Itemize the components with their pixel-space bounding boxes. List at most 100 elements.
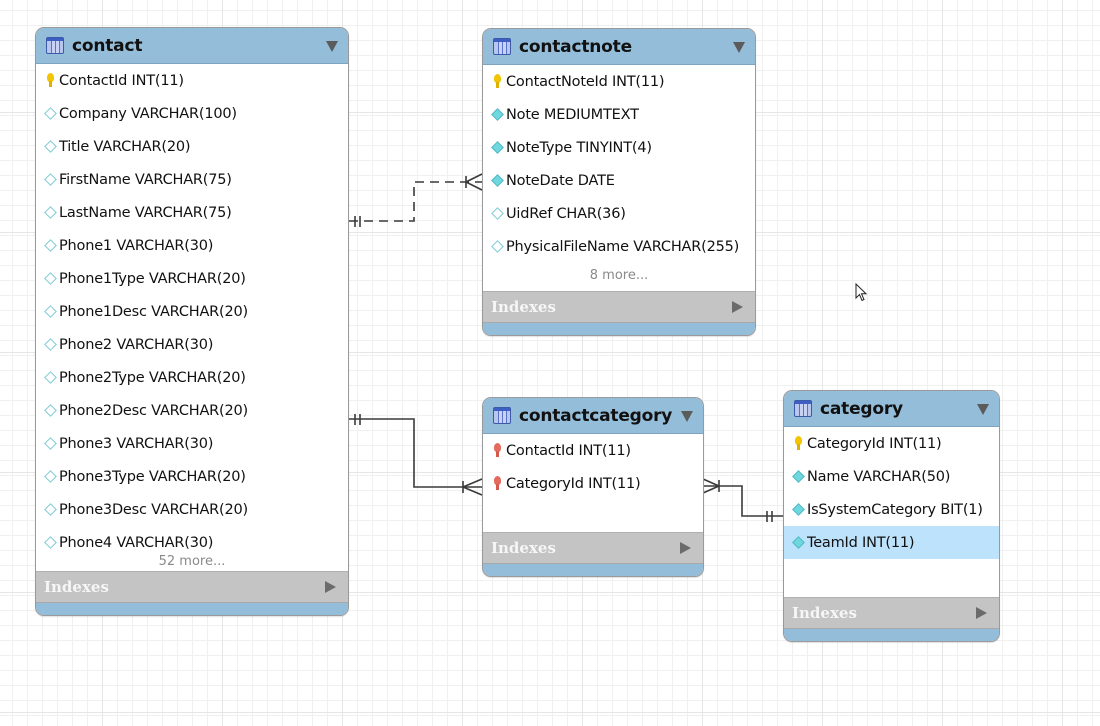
expand-arrow-icon[interactable] — [680, 542, 691, 554]
column-label: CategoryId INT(11) — [506, 475, 641, 492]
column-row[interactable]: Phone3Desc VARCHAR(20) — [36, 493, 348, 526]
nullable-column-icon — [44, 469, 56, 485]
column-row[interactable]: Phone1Type VARCHAR(20) — [36, 262, 348, 295]
indexes-section[interactable]: Indexes — [483, 532, 703, 564]
column-row[interactable]: FirstName VARCHAR(75) — [36, 163, 348, 196]
column-label: Phone3Type VARCHAR(20) — [59, 468, 246, 485]
not-null-column-icon — [792, 535, 804, 551]
table-contactnote[interactable]: contactnote ContactNoteId INT(11) Note M… — [482, 28, 756, 336]
nullable-column-icon — [44, 502, 56, 518]
column-row[interactable]: Phone3Type VARCHAR(20) — [36, 460, 348, 493]
indexes-section[interactable]: Indexes — [483, 291, 755, 323]
column-label: Company VARCHAR(100) — [59, 105, 237, 122]
table-footer — [483, 564, 703, 576]
indexes-section[interactable]: Indexes — [36, 571, 348, 603]
expand-arrow-icon[interactable] — [976, 607, 987, 619]
table-name: contactcategory — [519, 405, 673, 426]
table-header[interactable]: category — [784, 391, 999, 427]
indexes-label: Indexes — [491, 298, 556, 316]
column-row-selected[interactable]: TeamId INT(11) — [784, 526, 999, 559]
table-footer — [784, 629, 999, 641]
column-row[interactable]: Phone2 VARCHAR(30) — [36, 328, 348, 361]
column-row[interactable]: PhysicalFileName VARCHAR(255) — [483, 230, 755, 263]
more-columns-link[interactable]: 52 more... — [36, 554, 348, 569]
nullable-column-icon — [44, 370, 56, 386]
column-label: IsSystemCategory BIT(1) — [807, 501, 983, 518]
column-row[interactable]: NoteType TINYINT(4) — [483, 131, 755, 164]
nullable-column-icon — [44, 172, 56, 188]
not-null-column-icon — [792, 502, 804, 518]
primary-key-icon — [792, 435, 804, 452]
table-header[interactable]: contactcategory — [483, 398, 703, 434]
column-row[interactable]: ContactNoteId INT(11) — [483, 65, 755, 98]
column-label: Name VARCHAR(50) — [807, 468, 951, 485]
column-label: PhysicalFileName VARCHAR(255) — [506, 238, 740, 255]
column-row[interactable]: Note MEDIUMTEXT — [483, 98, 755, 131]
column-label: UidRef CHAR(36) — [506, 205, 626, 222]
column-row[interactable]: Phone2Type VARCHAR(20) — [36, 361, 348, 394]
indexes-label: Indexes — [792, 604, 857, 622]
column-row[interactable]: Phone3 VARCHAR(30) — [36, 427, 348, 460]
column-row[interactable]: Name VARCHAR(50) — [784, 460, 999, 493]
column-row[interactable]: CategoryId INT(11) — [784, 427, 999, 460]
not-null-column-icon — [792, 469, 804, 485]
table-icon — [493, 38, 511, 55]
nullable-column-icon — [491, 239, 503, 255]
column-label: Phone2Desc VARCHAR(20) — [59, 402, 249, 419]
column-label: LastName VARCHAR(75) — [59, 204, 232, 221]
more-columns-link[interactable]: 8 more... — [483, 268, 755, 283]
collapse-arrow-icon[interactable] — [681, 411, 693, 422]
table-contactcategory[interactable]: contactcategory ContactId INT(11) Catego… — [482, 397, 704, 577]
foreign-key-icon — [491, 475, 503, 492]
collapse-arrow-icon[interactable] — [326, 41, 338, 52]
nullable-column-icon — [44, 139, 56, 155]
column-row[interactable]: Phone2Desc VARCHAR(20) — [36, 394, 348, 427]
column-row[interactable]: Company VARCHAR(100) — [36, 97, 348, 130]
collapse-arrow-icon[interactable] — [733, 42, 745, 53]
column-row[interactable]: NoteDate DATE — [483, 164, 755, 197]
column-label: Phone1Desc VARCHAR(20) — [59, 303, 249, 320]
column-label: NoteDate DATE — [506, 172, 615, 189]
nullable-column-icon — [44, 205, 56, 221]
expand-arrow-icon[interactable] — [732, 301, 743, 313]
nullable-column-icon — [44, 403, 56, 419]
column-row[interactable]: ContactId INT(11) — [483, 434, 703, 467]
relationship-contact-contactnote[interactable] — [349, 173, 483, 227]
relationship-contact-contactcategory[interactable] — [349, 414, 483, 496]
table-contact[interactable]: contact ContactId INT(11) Company VARCHA… — [35, 27, 349, 616]
table-category[interactable]: category CategoryId INT(11) Name VARCHAR… — [783, 390, 1000, 642]
primary-key-icon — [44, 72, 56, 89]
column-label: Phone2Type VARCHAR(20) — [59, 369, 246, 386]
table-header[interactable]: contact — [36, 28, 348, 64]
column-label: Phone1 VARCHAR(30) — [59, 237, 214, 254]
column-row[interactable]: Phone1 VARCHAR(30) — [36, 229, 348, 262]
nullable-column-icon — [44, 238, 56, 254]
expand-arrow-icon[interactable] — [325, 581, 336, 593]
not-null-column-icon — [491, 173, 503, 189]
column-row[interactable]: ContactId INT(11) — [36, 64, 348, 97]
indexes-label: Indexes — [44, 578, 109, 596]
not-null-column-icon — [491, 140, 503, 156]
indexes-section[interactable]: Indexes — [784, 597, 999, 629]
column-row[interactable]: LastName VARCHAR(75) — [36, 196, 348, 229]
column-list: ContactNoteId INT(11) Note MEDIUMTEXT No… — [483, 65, 755, 291]
column-label: ContactNoteId INT(11) — [506, 73, 665, 90]
column-row[interactable]: IsSystemCategory BIT(1) — [784, 493, 999, 526]
column-label: Phone3 VARCHAR(30) — [59, 435, 214, 452]
nullable-column-icon — [44, 106, 56, 122]
column-row[interactable]: CategoryId INT(11) — [483, 467, 703, 500]
column-label: Phone2 VARCHAR(30) — [59, 336, 214, 353]
foreign-key-icon — [491, 442, 503, 459]
column-row[interactable]: Phone1Desc VARCHAR(20) — [36, 295, 348, 328]
relationship-category-contactcategory[interactable] — [702, 478, 783, 522]
mouse-cursor-icon — [855, 283, 868, 302]
column-row[interactable]: Title VARCHAR(20) — [36, 130, 348, 163]
column-list: ContactId INT(11) Company VARCHAR(100) T… — [36, 64, 348, 571]
nullable-column-icon — [44, 271, 56, 287]
nullable-column-icon — [44, 535, 56, 551]
column-row[interactable]: UidRef CHAR(36) — [483, 197, 755, 230]
table-header[interactable]: contactnote — [483, 29, 755, 65]
column-label: TeamId INT(11) — [807, 534, 915, 551]
nullable-column-icon — [44, 436, 56, 452]
collapse-arrow-icon[interactable] — [977, 404, 989, 415]
